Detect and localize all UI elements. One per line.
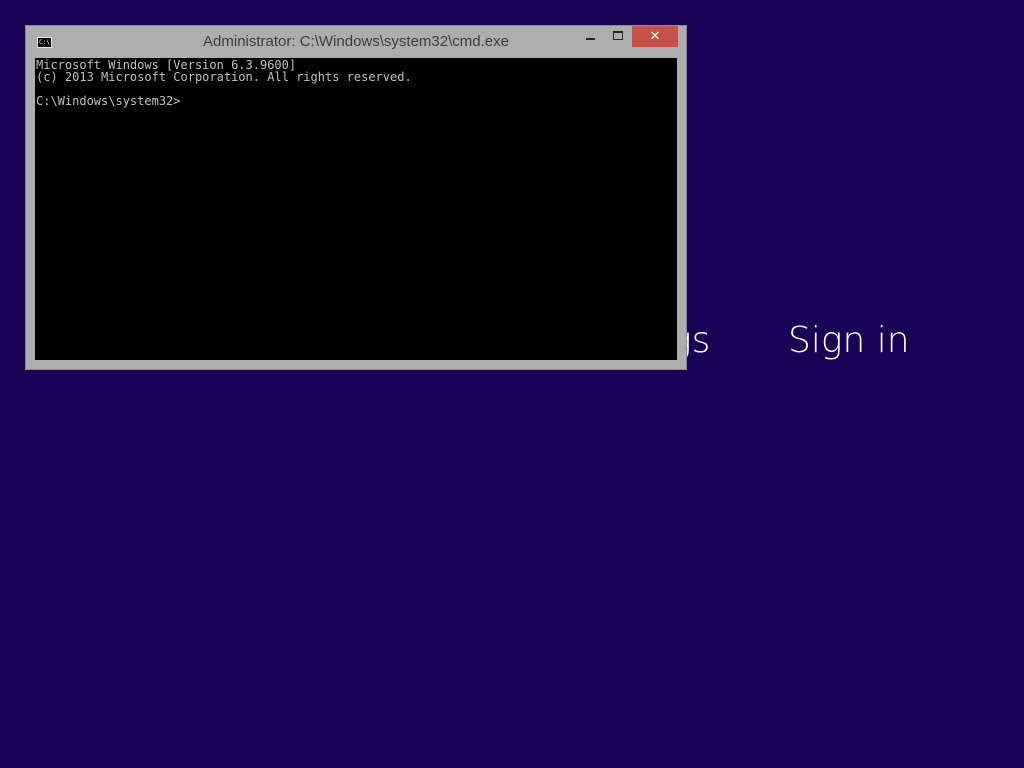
window-titlebar[interactable]: C:\. Administrator: C:\Windows\system32\… bbox=[26, 26, 686, 58]
window-controls: ✕ bbox=[576, 26, 678, 47]
console-prompt[interactable]: C:\Windows\system32> bbox=[36, 95, 676, 107]
cmd-window[interactable]: C:\. Administrator: C:\Windows\system32\… bbox=[26, 26, 686, 369]
console-line-copyright: (c) 2013 Microsoft Corporation. All righ… bbox=[36, 70, 412, 84]
close-button[interactable]: ✕ bbox=[632, 26, 678, 47]
console-output[interactable]: Microsoft Windows [Version 6.3.9600] (c)… bbox=[35, 58, 677, 360]
close-icon: ✕ bbox=[649, 29, 661, 44]
maximize-button[interactable] bbox=[604, 26, 632, 47]
sign-in-heading: Sign in bbox=[788, 320, 910, 361]
minimize-button[interactable] bbox=[576, 26, 604, 47]
minimize-icon bbox=[585, 37, 595, 40]
maximize-icon bbox=[613, 30, 623, 40]
